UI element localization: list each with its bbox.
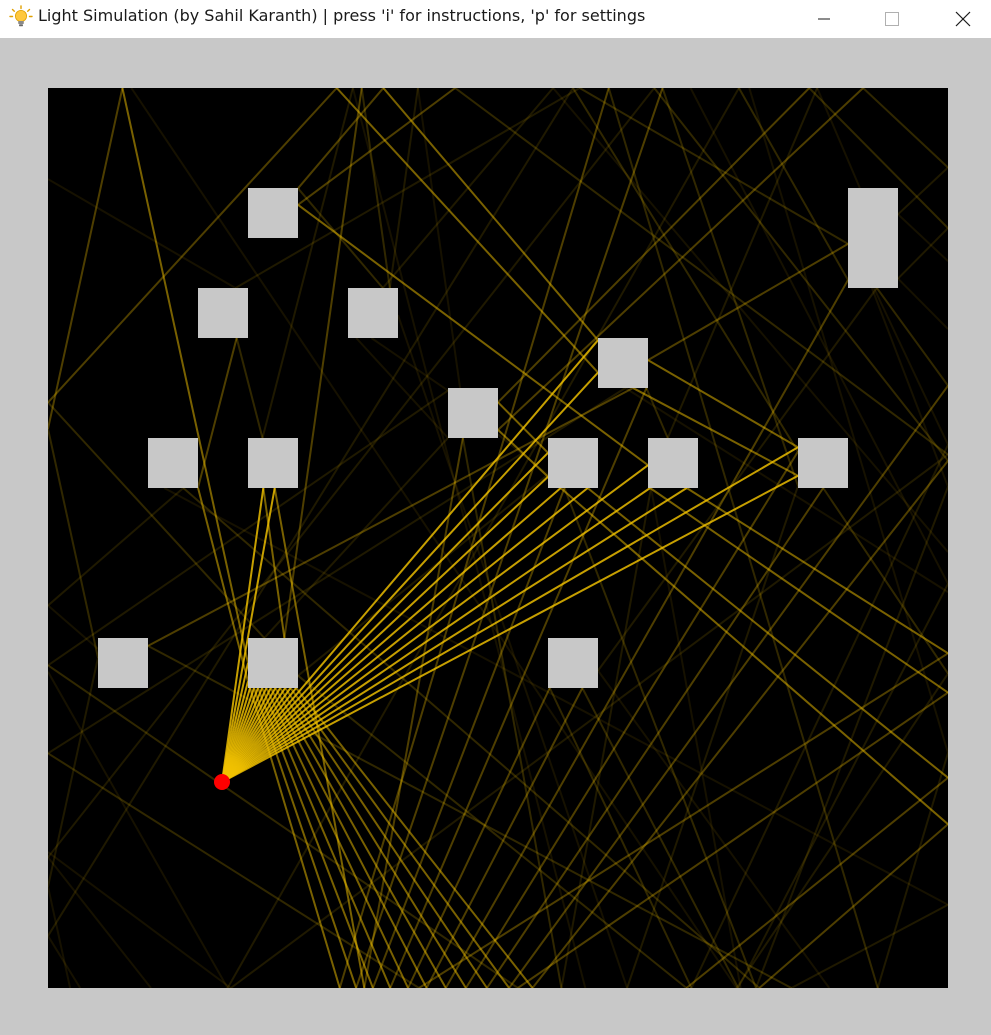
light-ray-segment — [235, 337, 264, 439]
light-ray-segment — [48, 389, 449, 667]
light-ray-segment — [690, 444, 948, 988]
light-ray-segment — [221, 474, 799, 783]
light-ray-segment — [48, 851, 232, 988]
light-ray-segment — [897, 277, 948, 330]
light-ray-segment — [48, 671, 229, 988]
obstacle-block — [348, 288, 398, 338]
light-ray-segment — [360, 88, 391, 289]
light-source-dot[interactable] — [214, 774, 230, 790]
light-ray-segment — [289, 687, 510, 988]
light-ray-segment — [418, 652, 948, 988]
close-button[interactable] — [940, 0, 986, 38]
light-ray-segment — [560, 487, 653, 988]
light-ray-segment — [897, 166, 948, 216]
close-icon — [955, 11, 971, 27]
light-ray-segment — [790, 903, 948, 988]
light-ray-segment — [382, 88, 599, 341]
maximize-button[interactable] — [869, 0, 915, 38]
light-ray-segment — [48, 178, 236, 289]
obstacle-block — [98, 638, 148, 688]
simulation-svg[interactable] — [48, 88, 948, 988]
light-ray-segment — [48, 401, 266, 639]
obstacle-block — [848, 188, 898, 288]
light-ray-segment — [48, 856, 152, 988]
obstacle-block — [148, 438, 198, 488]
light-ray-segment — [283, 88, 363, 639]
light-ray-segment — [297, 187, 384, 289]
obstacle-block — [798, 438, 848, 488]
simulation-canvas[interactable] — [48, 88, 948, 988]
lightbulb-icon — [9, 5, 33, 29]
maximize-icon — [885, 12, 899, 26]
obstacle-block — [648, 438, 698, 488]
light-ray-segment — [121, 88, 249, 664]
light-ray-segment — [560, 487, 948, 825]
light-ray-segment — [497, 401, 549, 454]
light-ray-segment — [355, 88, 664, 988]
light-ray-segment — [48, 886, 72, 988]
light-ray-segment — [48, 657, 99, 887]
light-ray-segment — [587, 487, 948, 779]
light-ray-segment — [653, 88, 948, 462]
obstacle-block — [598, 338, 648, 388]
light-ray-segment — [647, 359, 799, 449]
obstacle-block — [448, 388, 498, 438]
light-rays — [48, 88, 948, 988]
light-ray-segment — [48, 88, 124, 430]
light-ray-segment — [130, 88, 738, 988]
light-ray-segment — [48, 428, 99, 658]
light-ray-segment — [48, 88, 338, 404]
light-ray-segment — [686, 487, 948, 655]
minimize-button[interactable] — [801, 0, 847, 38]
window-title: Light Simulation (by Sahil Karanth) | pr… — [38, 6, 646, 25]
window-client-area — [0, 38, 991, 1035]
light-ray-segment — [48, 935, 82, 988]
obstacle-block — [248, 188, 298, 238]
title-bar[interactable]: Light Simulation (by Sahil Karanth) | pr… — [0, 0, 991, 38]
light-ray-segment — [548, 687, 693, 988]
light-ray-segment — [295, 687, 534, 988]
light-ray-segment — [876, 752, 948, 988]
light-ray-segment — [221, 487, 562, 783]
obstacle-block — [248, 638, 298, 688]
light-ray-segment — [221, 487, 589, 783]
obstacle-block — [248, 438, 298, 488]
obstacle-block — [198, 288, 248, 338]
light-ray-segment — [48, 487, 184, 607]
minimize-icon — [817, 12, 831, 26]
obstacle-block — [548, 638, 598, 688]
light-ray-segment — [626, 485, 799, 988]
light-ray-segment — [48, 387, 626, 755]
obstacle-block — [548, 438, 598, 488]
light-ray-segment — [221, 487, 688, 783]
light-ray-segment — [221, 487, 651, 783]
light-ray-segment — [737, 583, 948, 988]
light-ray-segment — [197, 337, 238, 488]
light-ray-segment — [147, 644, 792, 988]
light-ray-segment — [873, 287, 948, 446]
light-ray-segment — [755, 486, 948, 988]
